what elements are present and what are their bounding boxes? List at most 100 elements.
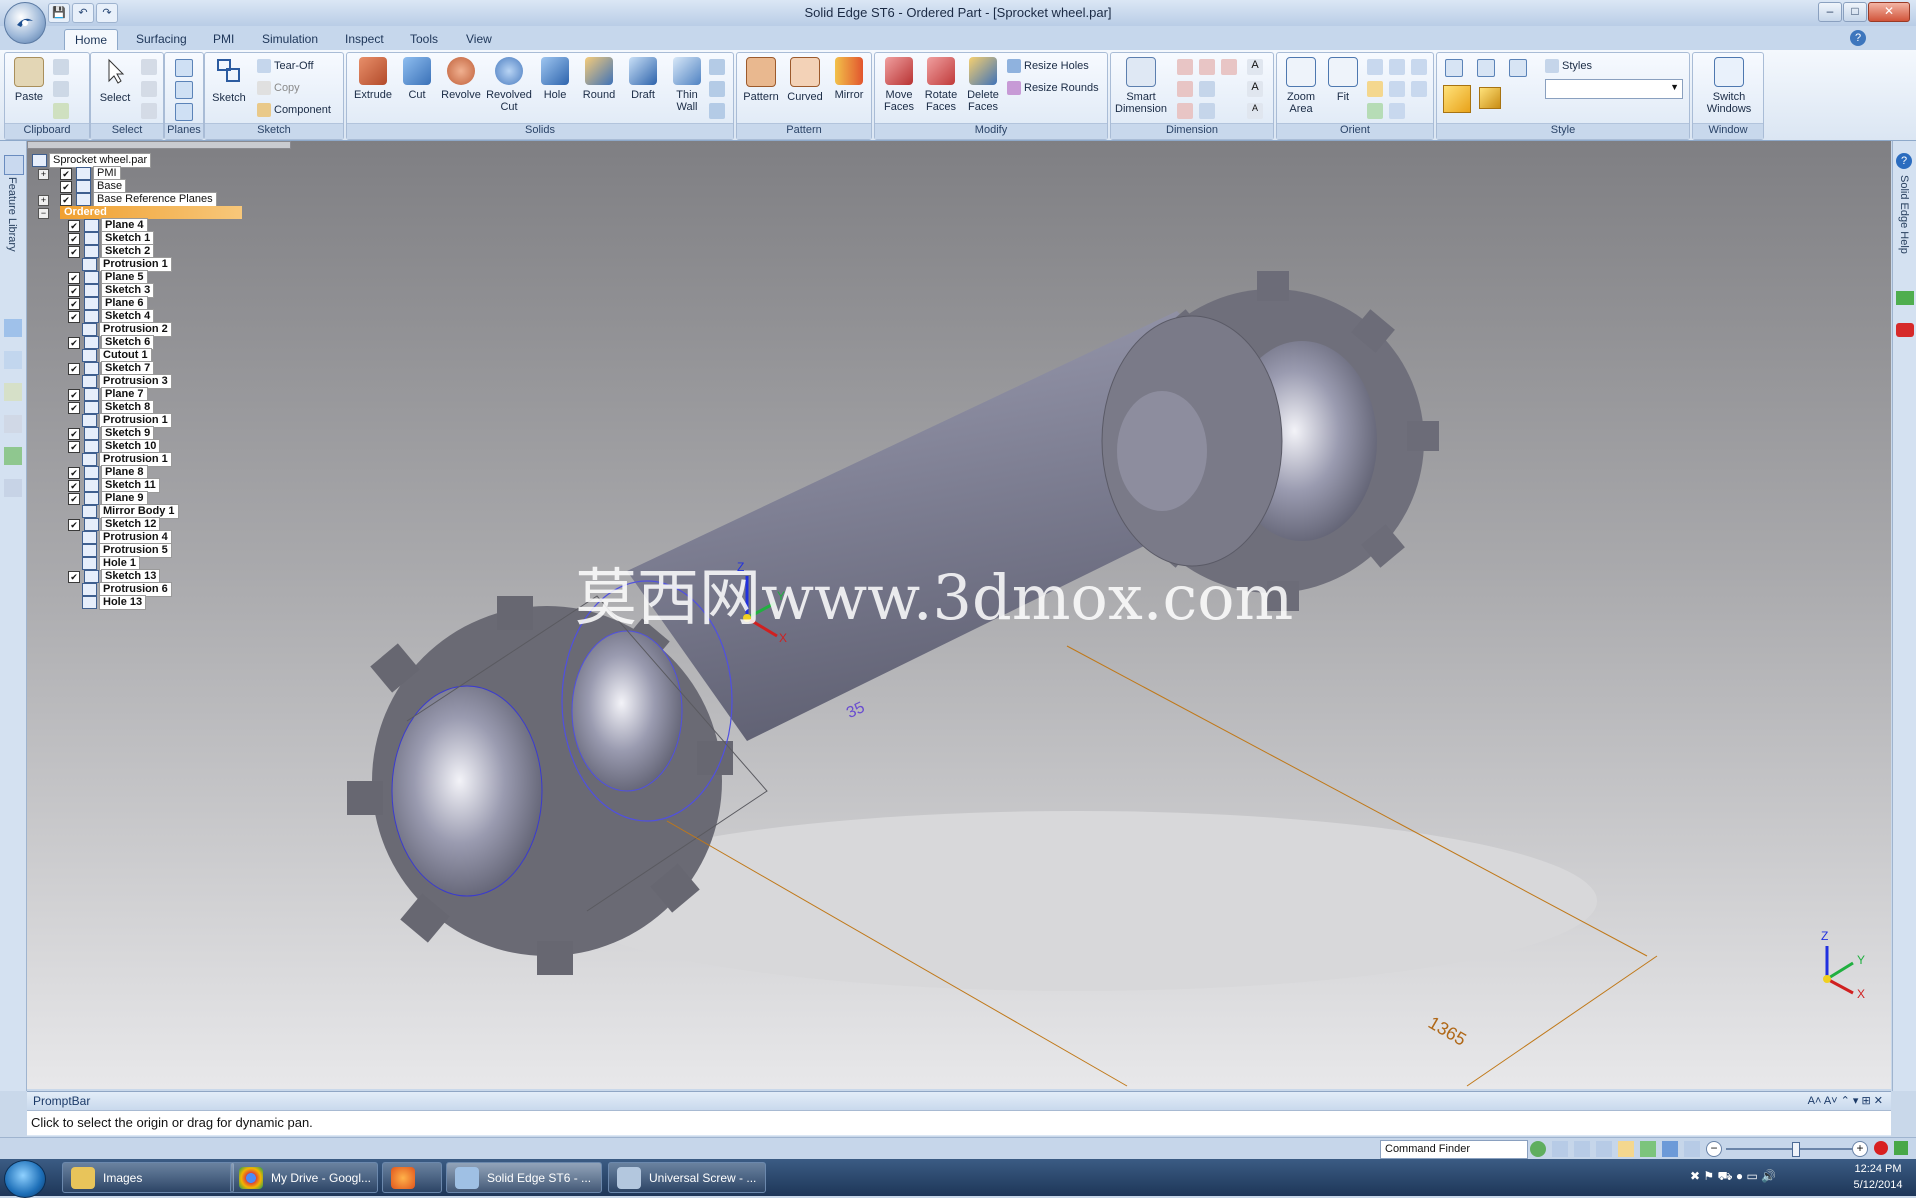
copy-button[interactable]: Copy [257, 79, 300, 97]
zoom-slider-thumb[interactable] [1792, 1142, 1800, 1157]
revolve-button[interactable]: Revolve [439, 57, 483, 101]
sketch-view-icon[interactable] [1389, 81, 1405, 97]
round-button[interactable]: Round [577, 57, 621, 101]
solids-more-icon[interactable] [709, 59, 725, 75]
styles-button[interactable]: Styles [1545, 57, 1592, 75]
thin-wall-button[interactable]: Thin Wall [665, 57, 709, 113]
select-button[interactable]: Select [93, 57, 137, 104]
text-style-icon[interactable]: A [1247, 59, 1263, 75]
tab-simulation[interactable]: Simulation [252, 29, 328, 49]
visibility-checkbox[interactable]: ✔ [68, 388, 80, 401]
visibility-checkbox[interactable]: ✔ [68, 479, 80, 492]
visibility-checkbox[interactable]: ✔ [68, 336, 80, 349]
visibility-checkbox[interactable]: ✔ [68, 219, 80, 232]
zoom-area-status-icon[interactable] [1552, 1141, 1568, 1157]
tree-node-base-reference-planes[interactable]: ✔ Base Reference Planes [60, 192, 217, 207]
visibility-checkbox[interactable]: ✔ [68, 427, 80, 440]
taskbar-item-solid-edge[interactable]: Solid Edge ST6 - ... [446, 1162, 602, 1193]
fit-status-icon[interactable] [1596, 1141, 1612, 1157]
expand-toggle[interactable]: + [38, 169, 49, 180]
visibility-checkbox[interactable]: ✔ [68, 570, 80, 583]
sketch-button[interactable]: Sketch [207, 57, 251, 104]
tree-node-ordered[interactable]: Ordered [60, 206, 242, 219]
variables-icon[interactable] [4, 479, 22, 497]
spin-about-icon[interactable] [1367, 81, 1383, 97]
clock[interactable]: 12:24 PM 5/12/2014 [1848, 1161, 1908, 1193]
shaded-visible-edges-icon[interactable] [1479, 87, 1501, 109]
visibility-checkbox[interactable]: ✔ [68, 232, 80, 245]
record-icon[interactable] [1874, 1141, 1888, 1155]
hole-button[interactable]: Hole [533, 57, 577, 101]
pattern-button[interactable]: Pattern [739, 57, 783, 103]
tab-home[interactable]: Home [64, 29, 119, 50]
feature-library-tab[interactable]: Feature Library [6, 177, 18, 252]
help-icon[interactable]: ? [1896, 153, 1912, 169]
move-faces-button[interactable]: Move Faces [877, 57, 921, 113]
visibility-checkbox[interactable]: ✔ [68, 310, 80, 323]
tab-view[interactable]: View [456, 29, 502, 49]
graphics-viewport[interactable]: 莫西网www.3dmox.com 35 1365 Z Y X Z Y X Spr… [27, 141, 1891, 1089]
selection-manager-icon[interactable] [141, 103, 157, 119]
text-size-down-icon[interactable]: A [1247, 103, 1263, 119]
switch-windows-button[interactable]: Switch Windows [1703, 57, 1755, 115]
revolved-cut-button[interactable]: Revolved Cut [483, 57, 535, 113]
copy-clipboard-icon[interactable] [53, 81, 69, 97]
taskbar-item-universal-screw[interactable]: Universal Screw - ... [608, 1162, 766, 1193]
family-of-parts-icon[interactable] [4, 415, 22, 433]
tear-off-button[interactable]: Tear-Off [257, 57, 314, 75]
cut-clipboard-icon[interactable] [53, 59, 69, 75]
visibility-checkbox[interactable]: ✔ [68, 362, 80, 375]
rotate-faces-button[interactable]: Rotate Faces [919, 57, 963, 113]
shaded-icon[interactable] [1443, 85, 1471, 113]
pathfinder-resize-handle[interactable] [27, 141, 291, 149]
prompt-bar-controls[interactable]: A˄ A˅ ⌃ ▾ ⊞ ✕ [1808, 1094, 1883, 1107]
color-icon[interactable] [4, 447, 22, 465]
collapse-toggle[interactable]: − [38, 208, 49, 219]
coordinate-dimension-icon[interactable] [1221, 59, 1237, 75]
angle-between-icon[interactable] [1199, 59, 1215, 75]
format-painter-icon[interactable] [53, 103, 69, 119]
tab-pmi[interactable]: PMI [203, 29, 244, 49]
tree-root[interactable]: Sprocket wheel.par [32, 153, 152, 168]
zoom-in-icon[interactable]: + [1852, 1141, 1868, 1157]
paste-button[interactable]: Paste [7, 57, 51, 103]
refresh-icon[interactable] [1530, 1141, 1546, 1157]
visibility-checkbox[interactable]: ✔ [68, 297, 80, 310]
view-style-3-icon[interactable] [1509, 59, 1527, 77]
zoom-area-button[interactable]: Zoom Area [1279, 57, 1323, 115]
resize-rounds-button[interactable]: Resize Rounds [1007, 79, 1099, 97]
visibility-checkbox[interactable]: ✔ [68, 271, 80, 284]
coincident-plane-icon[interactable] [175, 59, 193, 77]
taskbar-item-images[interactable]: Images [62, 1162, 234, 1193]
zoom-out-icon[interactable]: − [1706, 1141, 1722, 1157]
select-tools-icon[interactable] [141, 59, 157, 75]
feature-library-icon[interactable] [4, 155, 24, 175]
visibility-checkbox[interactable]: ✔ [68, 492, 80, 505]
community-icon[interactable] [1896, 291, 1914, 305]
dimension-axis-icon[interactable] [1199, 81, 1215, 97]
more-planes-icon[interactable] [175, 81, 193, 99]
command-finder-input[interactable]: Command Finder [1380, 1140, 1528, 1159]
cut-button[interactable]: Cut [395, 57, 439, 101]
mirror-button[interactable]: Mirror [827, 57, 871, 101]
filter-icon[interactable] [141, 81, 157, 97]
view-orientation-icon[interactable] [1367, 103, 1383, 119]
extrude-button[interactable]: Extrude [351, 57, 395, 101]
tree-feature[interactable]: Hole 13 [82, 595, 147, 610]
tab-inspect[interactable]: Inspect [335, 29, 394, 49]
sketch-view-status-icon[interactable] [1684, 1141, 1700, 1157]
symmetric-diameter-icon[interactable] [1177, 81, 1193, 97]
visibility-checkbox[interactable]: ✔ [68, 401, 80, 414]
visibility-checkbox[interactable]: ✔ [68, 440, 80, 453]
component-button[interactable]: Component [257, 101, 331, 119]
rotate-view-icon[interactable] [1411, 59, 1427, 75]
visibility-checkbox[interactable]: ✔ [68, 518, 80, 531]
taskbar-item-chrome[interactable]: My Drive - Googl... [230, 1162, 378, 1193]
pan-status-icon[interactable] [1618, 1141, 1634, 1157]
distance-between-icon[interactable] [1177, 59, 1193, 75]
zoom-status-icon[interactable] [1574, 1141, 1590, 1157]
view-style-icon[interactable] [1445, 59, 1463, 77]
previous-view-icon[interactable] [1411, 81, 1427, 97]
application-button[interactable] [4, 2, 46, 44]
delete-faces-button[interactable]: Delete Faces [961, 57, 1005, 113]
